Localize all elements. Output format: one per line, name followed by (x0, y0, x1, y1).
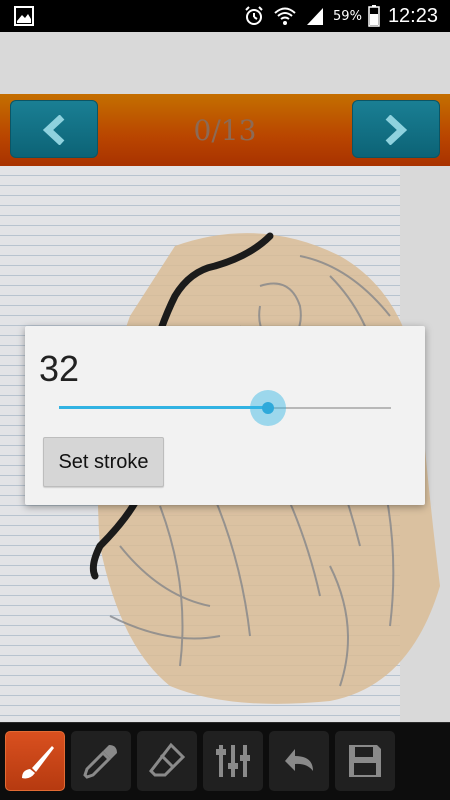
brush-icon (22, 746, 54, 779)
undo-tool-button[interactable] (269, 731, 329, 791)
save-icon (349, 745, 381, 777)
chevron-right-icon (385, 115, 408, 145)
set-stroke-button[interactable]: Set stroke (43, 437, 164, 487)
page-navigation-bar: 0/13 (0, 94, 450, 166)
action-bar-space (0, 32, 450, 94)
clock: 12:23 (387, 4, 438, 27)
save-tool-button[interactable] (335, 731, 395, 791)
eraser-icon (149, 742, 186, 777)
battery-percent: 59% (333, 8, 362, 24)
gallery-icon (14, 6, 34, 26)
eyedropper-icon (83, 745, 117, 779)
undo-icon (285, 749, 313, 771)
status-bar: 59% 12:23 (0, 0, 450, 32)
bottom-toolbar (0, 722, 450, 800)
alarm-icon (245, 6, 263, 25)
stroke-dialog: 32 Set stroke (25, 326, 425, 505)
brush-tool-button[interactable] (5, 731, 65, 791)
slider-fill (59, 406, 269, 409)
next-page-button[interactable] (352, 100, 440, 158)
stroke-value: 32 (39, 348, 80, 389)
eyedropper-tool-button[interactable] (71, 731, 131, 791)
stroke-slider[interactable] (59, 390, 391, 426)
eraser-tool-button[interactable] (137, 731, 197, 791)
wifi-icon (274, 7, 296, 25)
adjust-tool-button[interactable] (203, 731, 263, 791)
sliders-icon (216, 745, 250, 777)
battery-icon (368, 5, 380, 27)
signal-icon (307, 8, 324, 25)
